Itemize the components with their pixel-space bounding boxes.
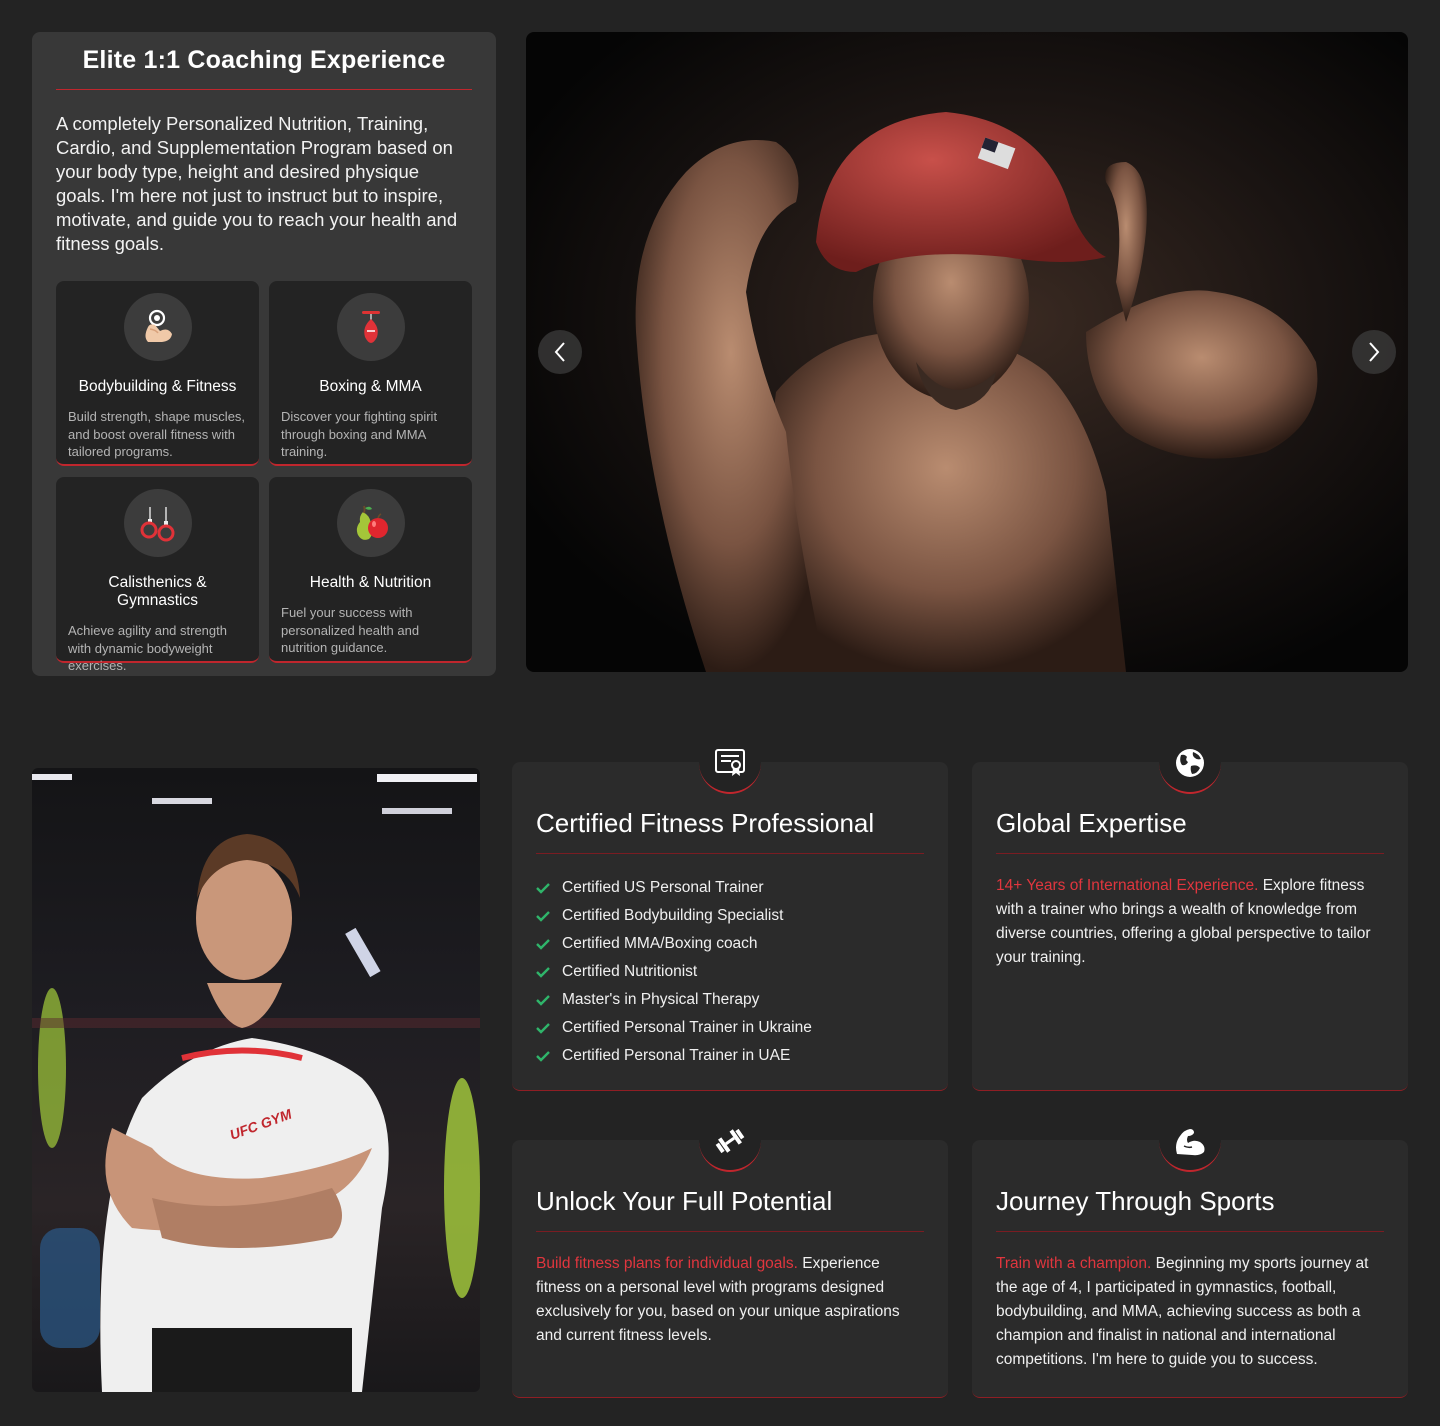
photo-carousel[interactable] <box>526 32 1408 672</box>
card-title: Boxing & MMA <box>319 378 422 395</box>
list-item-text: Master's in Physical Therapy <box>562 991 760 1008</box>
feature-title: Certified Fitness Professional <box>536 808 924 854</box>
list-item-text: Certified Personal Trainer in UAE <box>562 1047 791 1064</box>
card-text: Achieve agility and strength with dynami… <box>68 623 227 673</box>
feature-potential: Unlock Your Full Potential Build fitness… <box>512 1122 948 1398</box>
feature-sports: Journey Through Sports Train with a cham… <box>972 1122 1408 1398</box>
service-card-grid: Bodybuilding & Fitness Build strength, s… <box>56 281 472 673</box>
carousel-prev-button[interactable] <box>538 330 582 374</box>
feature-title: Unlock Your Full Potential <box>536 1186 924 1232</box>
check-icon <box>536 994 562 1006</box>
check-icon <box>536 1050 562 1062</box>
trainer-image: UFC GYM <box>32 774 480 1392</box>
fruits-icon <box>336 489 405 557</box>
check-icon <box>536 910 562 922</box>
punching-bag-icon <box>336 293 405 361</box>
card-text: Fuel your success with personalized heal… <box>281 605 420 655</box>
feature-badge <box>1159 1122 1221 1172</box>
coaching-description: A completely Personalized Nutrition, Tra… <box>56 113 458 254</box>
check-icon <box>536 966 562 978</box>
trainer-photo: UFC GYM <box>32 768 480 1392</box>
list-item: Master's in Physical Therapy <box>536 986 924 1014</box>
list-item-text: Certified US Personal Trainer <box>562 879 764 896</box>
list-item: Certified Nutritionist <box>536 958 924 986</box>
dumbbell-icon <box>715 1128 745 1154</box>
feature-title: Global Expertise <box>996 808 1384 854</box>
card-title: Calisthenics & Gymnastics <box>108 574 207 609</box>
list-item: Certified Personal Trainer in UAE <box>536 1042 924 1070</box>
certificate-icon <box>715 749 745 776</box>
feature-body: Build fitness plans for individual goals… <box>536 1252 924 1348</box>
service-card-bodybuilding[interactable]: Bodybuilding & Fitness Build strength, s… <box>56 281 259 466</box>
coaching-panel: Elite 1:1 Coaching Experience A complete… <box>32 32 496 676</box>
list-item: Certified US Personal Trainer <box>536 874 924 902</box>
list-item-text: Certified Nutritionist <box>562 963 698 980</box>
list-item-text: Certified MMA/Boxing coach <box>562 935 758 952</box>
chevron-right-icon <box>1369 342 1380 362</box>
check-icon <box>536 1022 562 1034</box>
flexed-arm-icon <box>1176 1129 1205 1156</box>
list-item: Certified Personal Trainer in Ukraine <box>536 1014 924 1042</box>
service-card-boxing[interactable]: Boxing & MMA Discover your fighting spir… <box>269 281 472 466</box>
coaching-title: Elite 1:1 Coaching Experience <box>56 46 472 90</box>
athlete-photo <box>635 112 1318 672</box>
list-item: Certified MMA/Boxing coach <box>536 930 924 958</box>
feature-badge <box>699 1122 761 1172</box>
carousel-next-button[interactable] <box>1352 330 1396 374</box>
card-text: Build strength, shape muscles, and boost… <box>68 409 246 459</box>
list-item-text: Certified Bodybuilding Specialist <box>562 907 784 924</box>
service-card-calisthenics[interactable]: Calisthenics & Gymnastics Achieve agilit… <box>56 477 259 673</box>
card-title: Health & Nutrition <box>309 574 432 591</box>
list-item-text: Certified Personal Trainer in Ukraine <box>562 1019 812 1036</box>
feature-global: Global Expertise 14+ Years of Internatio… <box>972 744 1408 1091</box>
feature-body: Train with a champion. Beginning my spor… <box>996 1252 1384 1372</box>
globe-icon <box>1176 749 1204 777</box>
check-icon <box>536 882 562 894</box>
certification-list: Certified US Personal Trainer Certified … <box>536 874 924 1070</box>
feature-body: 14+ Years of International Experience. E… <box>996 874 1384 970</box>
card-title: Bodybuilding & Fitness <box>78 378 237 395</box>
feature-highlight: 14+ Years of International Experience. <box>996 877 1259 894</box>
check-icon <box>536 938 562 950</box>
service-card-nutrition[interactable]: Health & Nutrition Fuel your success wit… <box>269 477 472 663</box>
gymnastic-rings-icon <box>123 489 192 557</box>
list-item: Certified Bodybuilding Specialist <box>536 902 924 930</box>
flexed-arm-dumbbell-icon <box>123 293 192 361</box>
feature-highlight: Train with a champion. <box>996 1255 1152 1272</box>
card-text: Discover your fighting spirit through bo… <box>281 409 438 459</box>
chevron-left-icon <box>554 342 565 362</box>
feature-badge <box>1159 744 1221 794</box>
feature-title: Journey Through Sports <box>996 1186 1384 1232</box>
feature-certified: Certified Fitness Professional Certified… <box>512 744 948 1091</box>
feature-badge <box>699 744 761 794</box>
feature-highlight: Build fitness plans for individual goals… <box>536 1255 798 1272</box>
